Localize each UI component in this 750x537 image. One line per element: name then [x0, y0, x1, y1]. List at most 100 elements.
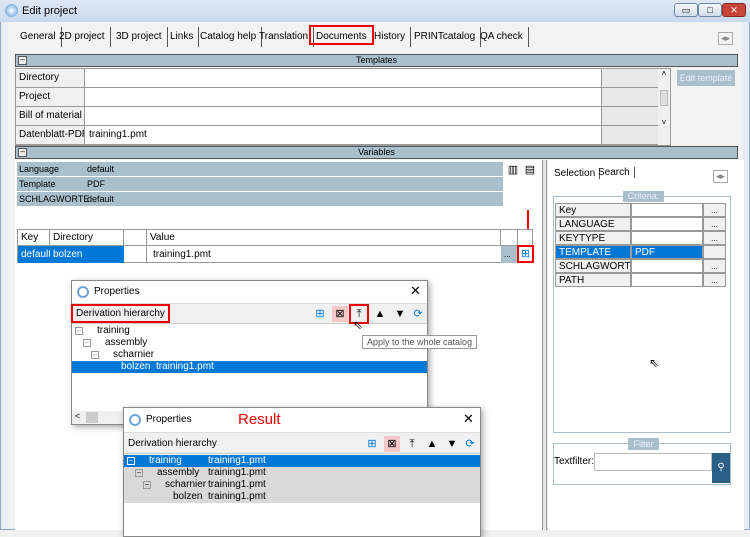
criteria-label: Criteria:: [623, 191, 664, 202]
tab-scroll-arrows[interactable]: ◂▸: [718, 32, 734, 45]
template-value[interactable]: training1.pmt: [86, 126, 601, 144]
criteria-ellipsis-button[interactable]: ...: [703, 217, 726, 231]
criteria-ellipsis-button[interactable]: ...: [703, 273, 726, 287]
criteria-value[interactable]: [631, 203, 703, 217]
criteria-ellipsis-button[interactable]: ...: [703, 231, 726, 245]
criteria-row[interactable]: TEMPLATE PDF: [555, 245, 727, 259]
templates-scrollbar[interactable]: ˄ ˅: [658, 69, 670, 145]
template-value[interactable]: [86, 69, 601, 87]
tree-node[interactable]: bolzen training1.pmt: [72, 361, 427, 373]
criteria-value[interactable]: [631, 231, 703, 245]
criteria-ellipsis-button[interactable]: ...: [703, 259, 726, 273]
tree-node[interactable]: bolzen training1.pmt: [124, 491, 480, 503]
template-button-cell[interactable]: [601, 107, 658, 125]
criteria-row[interactable]: KEYTYPE ...: [555, 231, 727, 245]
variable-row[interactable]: Language default: [17, 162, 503, 176]
template-value[interactable]: [86, 107, 601, 125]
table-row[interactable]: default bolzen training1.pmt ... ⊞: [18, 245, 534, 263]
tree-node[interactable]: – scharnier: [72, 349, 427, 361]
variable-row[interactable]: SCHLAGWORTE default: [17, 192, 503, 206]
apply-down-icon[interactable]: ▼: [392, 306, 408, 322]
variables-section-header[interactable]: – Variables: [15, 146, 738, 159]
collapse-icon[interactable]: –: [91, 351, 99, 359]
mouse-cursor-icon: ⇖: [353, 318, 364, 332]
dialog-close-icon[interactable]: ✕: [410, 283, 421, 299]
properties-icon: [129, 414, 141, 426]
row-key[interactable]: default: [18, 246, 50, 263]
collapse-tree-icon[interactable]: ⊠: [332, 306, 348, 322]
col-header-blank[interactable]: [124, 230, 147, 245]
tab-printcatalog[interactable]: PRINTcatalog: [409, 27, 482, 47]
template-row[interactable]: Datenblatt-PDF training1.pmt: [16, 126, 658, 145]
tab-3d-project[interactable]: 3D project: [111, 27, 168, 47]
edit-template-button[interactable]: Edit template: [677, 70, 735, 86]
template-button-cell[interactable]: [601, 88, 658, 106]
collapse-icon[interactable]: –: [127, 457, 135, 465]
apply-up-icon[interactable]: ▲: [372, 306, 388, 322]
criteria-value[interactable]: [631, 273, 703, 287]
template-row[interactable]: Bill of material: [16, 107, 658, 126]
collapse-tree-icon[interactable]: ⊠: [384, 436, 400, 452]
tab-search[interactable]: Search: [598, 167, 635, 178]
side-tab-arrows[interactable]: ◂▸: [713, 170, 729, 183]
expand-tree-icon[interactable]: ⊞: [312, 306, 328, 322]
tab-catalog-help[interactable]: Catalog help: [195, 27, 263, 47]
col-header-value[interactable]: Value: [147, 230, 501, 245]
tab-documents[interactable]: Documents: [309, 25, 374, 45]
tab-2d-project[interactable]: 2D project: [54, 27, 111, 47]
criteria-key: KEYTYPE: [555, 231, 631, 245]
criteria-row[interactable]: PATH ...: [555, 273, 727, 287]
templates-section-header[interactable]: – Templates: [15, 54, 738, 67]
window-title: Edit project: [22, 5, 78, 17]
template-value[interactable]: [86, 88, 601, 106]
list-view-icon[interactable]: ▤: [522, 162, 538, 178]
minimize-button[interactable]: ▭: [674, 3, 698, 17]
criteria-ellipsis-button[interactable]: [703, 245, 726, 259]
criteria-ellipsis-button[interactable]: ...: [703, 203, 726, 217]
binoculars-search-icon[interactable]: ⚲: [712, 453, 730, 483]
tab-history[interactable]: History: [369, 27, 412, 47]
tab-qa-check[interactable]: QA check: [475, 27, 529, 47]
tree-node[interactable]: – assembly training1.pmt: [124, 467, 480, 479]
col-header-ellipsis: [501, 230, 518, 245]
criteria-value[interactable]: [631, 217, 703, 231]
row-ellipsis-button[interactable]: ...: [501, 246, 518, 263]
tab-translation[interactable]: Translation: [254, 27, 315, 47]
criteria-value[interactable]: [631, 259, 703, 273]
apply-down-icon[interactable]: ▼: [444, 436, 460, 452]
refresh-icon[interactable]: ⟳: [462, 436, 478, 452]
tree-node[interactable]: – scharnier training1.pmt: [124, 479, 480, 491]
splitter[interactable]: [542, 160, 547, 530]
refresh-icon[interactable]: ⟳: [410, 306, 426, 322]
col-header-key[interactable]: Key: [18, 230, 50, 245]
criteria-row[interactable]: LANGUAGE ...: [555, 217, 727, 231]
col-header-directory[interactable]: Directory: [50, 230, 124, 245]
criteria-row[interactable]: Key ...: [555, 203, 727, 217]
derivation-hierarchy-icon[interactable]: ⊞: [517, 245, 534, 263]
row-value[interactable]: training1.pmt: [150, 246, 501, 263]
template-row[interactable]: Project: [16, 88, 658, 107]
close-button[interactable]: ✕: [722, 3, 746, 17]
maximize-button[interactable]: □: [698, 3, 722, 17]
tab-selection[interactable]: Selection: [554, 168, 601, 179]
template-label: Project: [16, 88, 85, 106]
tree-node-file: training1.pmt: [208, 491, 266, 502]
collapse-icon[interactable]: –: [75, 327, 83, 335]
textfilter-input[interactable]: [594, 453, 712, 471]
template-row[interactable]: Directory: [16, 69, 658, 88]
collapse-icon[interactable]: –: [143, 481, 151, 489]
row-directory[interactable]: bolzen: [50, 246, 124, 263]
variable-row[interactable]: Template PDF: [17, 177, 503, 191]
criteria-value[interactable]: PDF: [631, 245, 703, 259]
collapse-icon[interactable]: –: [83, 339, 91, 347]
template-button-cell[interactable]: [601, 126, 658, 144]
template-button-cell[interactable]: [601, 69, 658, 87]
collapse-icon[interactable]: –: [135, 469, 143, 477]
apply-up-icon[interactable]: ▲: [424, 436, 440, 452]
apply-whole-catalog-icon[interactable]: ⤒: [404, 436, 420, 452]
expand-tree-icon[interactable]: ⊞: [364, 436, 380, 452]
columns-view-icon[interactable]: ▥: [505, 162, 521, 178]
criteria-row[interactable]: SCHLAGWORTE ...: [555, 259, 727, 273]
dialog-close-icon[interactable]: ✕: [463, 411, 474, 427]
tree-node[interactable]: – training training1.pmt: [124, 455, 480, 467]
